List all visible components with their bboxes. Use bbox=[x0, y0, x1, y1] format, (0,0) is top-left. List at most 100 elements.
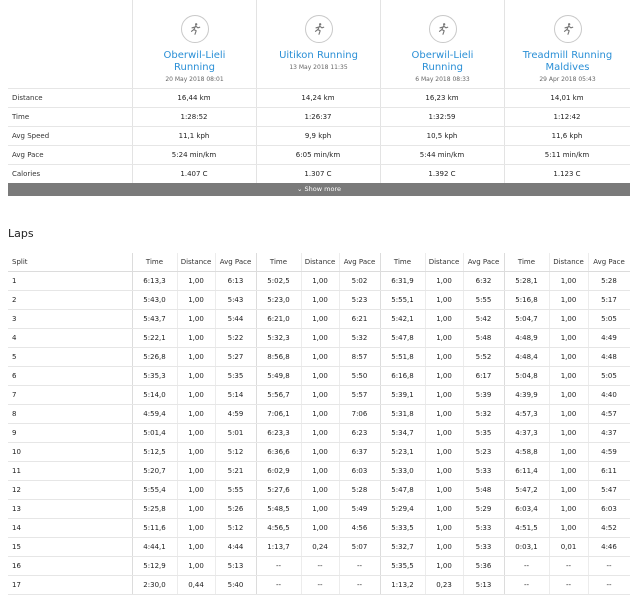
lap-cell: 5:39 bbox=[475, 391, 492, 399]
lap-cell: 6:21,0 bbox=[267, 315, 290, 323]
activity-title-link[interactable]: Treadmill Running Maldives bbox=[505, 50, 630, 74]
lap-cell: 5:49 bbox=[351, 505, 368, 513]
lap-cell: 4:44 bbox=[227, 543, 244, 551]
lap-cell: 5:11,6 bbox=[143, 524, 166, 532]
lap-cell: 5:23 bbox=[475, 448, 492, 456]
lap-cell: 5:14 bbox=[227, 391, 244, 399]
lap-cell: 4:58,8 bbox=[515, 448, 538, 456]
lap-cell: 1,00 bbox=[312, 467, 328, 475]
table-row: 11 5:20,7 1,00 5:21 6:02,9 1,00 6:03 5:33,0 1,00… bbox=[8, 462, 630, 481]
activity-header: Oberwil-Lieli Running 20 May 2018 08:01 … bbox=[0, 0, 640, 88]
stat-value: 1:32:59 bbox=[428, 113, 456, 121]
runner-icon bbox=[304, 15, 333, 43]
lap-cell: 5:13 bbox=[227, 562, 244, 570]
activity-date: 6 May 2018 08:33 bbox=[415, 76, 470, 83]
stat-value: 5:24 min/km bbox=[171, 151, 217, 159]
stat-value: 10,5 kph bbox=[426, 132, 458, 140]
lap-cell: 0,24 bbox=[312, 543, 328, 551]
lap-cell: 1,00 bbox=[188, 448, 204, 456]
split-number: 12 bbox=[12, 486, 21, 494]
lap-cell: -- bbox=[523, 562, 530, 570]
stat-row-time: Time 1:28:52 1:26:37 1:32:59 1:12:42 bbox=[8, 107, 630, 126]
lap-cell: 4:56,5 bbox=[267, 524, 290, 532]
lap-cell: 5:01,4 bbox=[143, 429, 166, 437]
lap-cell: 5:17 bbox=[601, 296, 617, 304]
lap-cell: 5:22,1 bbox=[143, 334, 166, 342]
lap-cell: 4:57 bbox=[601, 410, 617, 418]
lap-cell: 5:23,1 bbox=[391, 448, 414, 456]
show-more-button[interactable]: ⌄ Show more bbox=[8, 183, 630, 196]
lap-cell: 5:04,8 bbox=[515, 372, 538, 380]
lap-cell: 5:48 bbox=[475, 334, 492, 342]
table-row: 16 5:12,9 1,00 5:13 -- -- -- 5:35,5 1,00 5:36 -- --… bbox=[8, 557, 630, 576]
lap-cell: 1,00 bbox=[436, 410, 452, 418]
lap-cell: 1,00 bbox=[436, 429, 452, 437]
stat-row-distance: Distance 16,44 km 14,24 km 16,23 km 14,0… bbox=[8, 88, 630, 107]
stat-label: Time bbox=[12, 113, 30, 121]
lap-cell: 5:28 bbox=[601, 277, 617, 285]
lap-cell: 1,00 bbox=[188, 543, 204, 551]
stat-value: 14,01 km bbox=[550, 94, 584, 102]
activity-title-link[interactable]: Oberwil-Lieli Running bbox=[133, 50, 256, 74]
lap-cell: 1,00 bbox=[560, 410, 577, 418]
table-row: 12 5:55,4 1,00 5:55 5:27,6 1,00 5:28 5:47,8 1,00… bbox=[8, 481, 630, 500]
table-row: 14 5:11,6 1,00 5:12 4:56,5 1,00 4:56 5:33,5 1,00… bbox=[8, 519, 630, 538]
stat-value: 5:44 min/km bbox=[419, 151, 465, 159]
lap-cell: 6:13,3 bbox=[143, 277, 166, 285]
stat-row-avg-speed: Avg Speed 11,1 kph 9,9 kph 10,5 kph 11,6… bbox=[8, 126, 630, 145]
laps-body: 1 6:13,3 1,00 6:13 5:02,5 1,00 5:02 6:31,9 1,00 6… bbox=[8, 272, 630, 595]
lap-cell: -- bbox=[606, 581, 612, 589]
lap-cell: 5:57 bbox=[351, 391, 368, 399]
table-row: 3 5:43,7 1,00 5:44 6:21,0 1,00 6:21 5:42,1 1,00 5… bbox=[8, 310, 630, 329]
lap-cell: 6:02,9 bbox=[267, 467, 290, 475]
lap-cell: 5:33,0 bbox=[391, 467, 414, 475]
lap-cell: 4:56 bbox=[351, 524, 368, 532]
table-row: 7 5:14,0 1,00 5:14 5:56,7 1,00 5:57 5:39,1 1,00 5… bbox=[8, 386, 630, 405]
split-number: 13 bbox=[12, 505, 21, 513]
lap-cell: 1,00 bbox=[312, 296, 328, 304]
lap-cell: 5:28 bbox=[351, 486, 368, 494]
table-row: 10 5:12,5 1,00 5:12 6:36,6 1,00 6:37 5:23,1 1,00… bbox=[8, 443, 630, 462]
lap-cell: 1,00 bbox=[312, 372, 328, 380]
lap-cell: 1,00 bbox=[436, 505, 452, 513]
lap-cell: 5:20,7 bbox=[143, 467, 166, 475]
lap-cell: 1,00 bbox=[188, 334, 204, 342]
lap-column-header: Distance bbox=[553, 258, 584, 266]
split-number: 3 bbox=[12, 315, 17, 323]
lap-cell: 5:48,5 bbox=[267, 505, 290, 513]
lap-cell: 0,01 bbox=[560, 543, 577, 551]
lap-cell: 7:06 bbox=[351, 410, 368, 418]
lap-cell: 5:39,1 bbox=[391, 391, 414, 399]
activity-title-link[interactable]: Uitikon Running bbox=[257, 50, 380, 62]
lap-cell: -- bbox=[275, 562, 282, 570]
stat-value: 1:26:37 bbox=[304, 113, 332, 121]
stat-value: 11,6 kph bbox=[551, 132, 583, 140]
lap-cell: 5:33,5 bbox=[391, 524, 414, 532]
activity-title-link[interactable]: Oberwil-Lieli Running bbox=[381, 50, 504, 74]
lap-cell: 5:32,7 bbox=[391, 543, 414, 551]
lap-cell: 1,00 bbox=[312, 391, 328, 399]
lap-cell: 5:35,3 bbox=[143, 372, 166, 380]
lap-cell: 5:14,0 bbox=[143, 391, 166, 399]
lap-cell: 5:12,9 bbox=[143, 562, 166, 570]
lap-cell: 1,00 bbox=[436, 543, 452, 551]
lap-column-header: Avg Pace bbox=[343, 258, 376, 266]
lap-cell: 4:40 bbox=[601, 391, 617, 399]
lap-cell: 5:23 bbox=[351, 296, 368, 304]
lap-column-header: Avg Pace bbox=[219, 258, 252, 266]
table-row: 8 4:59,4 1,00 4:59 7:06,1 1,00 7:06 5:31,8 1,00 5… bbox=[8, 405, 630, 424]
lap-cell: 6:37 bbox=[351, 448, 368, 456]
lap-cell: 5:12 bbox=[227, 524, 244, 532]
lap-cell: 5:55 bbox=[475, 296, 492, 304]
lap-cell: 1,00 bbox=[560, 391, 577, 399]
lap-cell: 1,00 bbox=[436, 372, 452, 380]
lap-cell: 6:32 bbox=[475, 277, 492, 285]
table-row: 4 5:22,1 1,00 5:22 5:32,3 1,00 5:32 5:47,8 1,00 5… bbox=[8, 329, 630, 348]
activity-compare-page: Oberwil-Lieli Running 20 May 2018 08:01 … bbox=[0, 0, 640, 600]
lap-cell: 1,00 bbox=[436, 467, 452, 475]
lap-cell: 6:23 bbox=[351, 429, 368, 437]
lap-cell: 5:35 bbox=[475, 429, 492, 437]
lap-cell: 2:30,0 bbox=[143, 581, 166, 589]
stat-row-calories: Calories 1.407 C 1.307 C 1.392 C 1.123 C bbox=[8, 164, 630, 183]
stat-row-avg-pace: Avg Pace 5:24 min/km 6:05 min/km 5:44 mi… bbox=[8, 145, 630, 164]
